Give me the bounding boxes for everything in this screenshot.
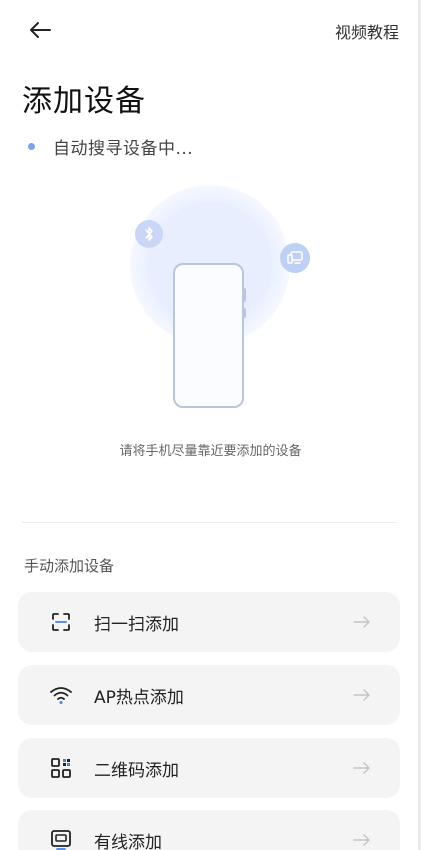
option-label: AP热点添加 — [94, 687, 184, 708]
back-button[interactable] — [22, 14, 58, 46]
qr-code-icon — [48, 755, 74, 781]
search-status: 自动搜寻设备中... — [28, 134, 193, 159]
option-label: 有线添加 — [94, 832, 162, 850]
status-dot — [28, 143, 35, 150]
ap-hotspot-add-option[interactable]: AP热点添加 — [18, 665, 400, 725]
qr-code-add-option[interactable]: 二维码添加 — [18, 738, 400, 798]
bluetooth-icon — [135, 220, 163, 248]
arrow-left-icon — [30, 22, 51, 38]
proximity-hint: 请将手机尽量靠近要添加的设备 — [119, 444, 302, 459]
device-icon — [280, 243, 310, 273]
phone-side-button — [242, 308, 246, 318]
top-bar: 视频教程 — [0, 0, 421, 60]
option-label: 二维码添加 — [94, 760, 179, 781]
section-divider — [22, 522, 397, 523]
option-label: 扫一扫添加 — [94, 614, 179, 635]
arrow-right-icon — [352, 760, 372, 776]
device-search-illustration — [110, 170, 310, 430]
wifi-icon — [48, 682, 74, 708]
status-text: 自动搜寻设备中... — [53, 139, 194, 159]
scan-icon — [48, 609, 74, 635]
wired-device-icon — [48, 827, 74, 850]
wired-add-option[interactable]: 有线添加 — [18, 810, 400, 850]
page-title: 添加设备 — [22, 84, 146, 119]
manual-add-section-label: 手动添加设备 — [24, 557, 115, 575]
arrow-right-icon — [352, 687, 372, 703]
phone-illustration — [173, 263, 244, 408]
scan-add-option[interactable]: 扫一扫添加 — [18, 592, 400, 652]
arrow-right-icon — [352, 832, 372, 848]
arrow-right-icon — [352, 614, 372, 630]
video-tutorial-link[interactable]: 视频教程 — [335, 19, 399, 43]
phone-side-button — [242, 288, 246, 302]
